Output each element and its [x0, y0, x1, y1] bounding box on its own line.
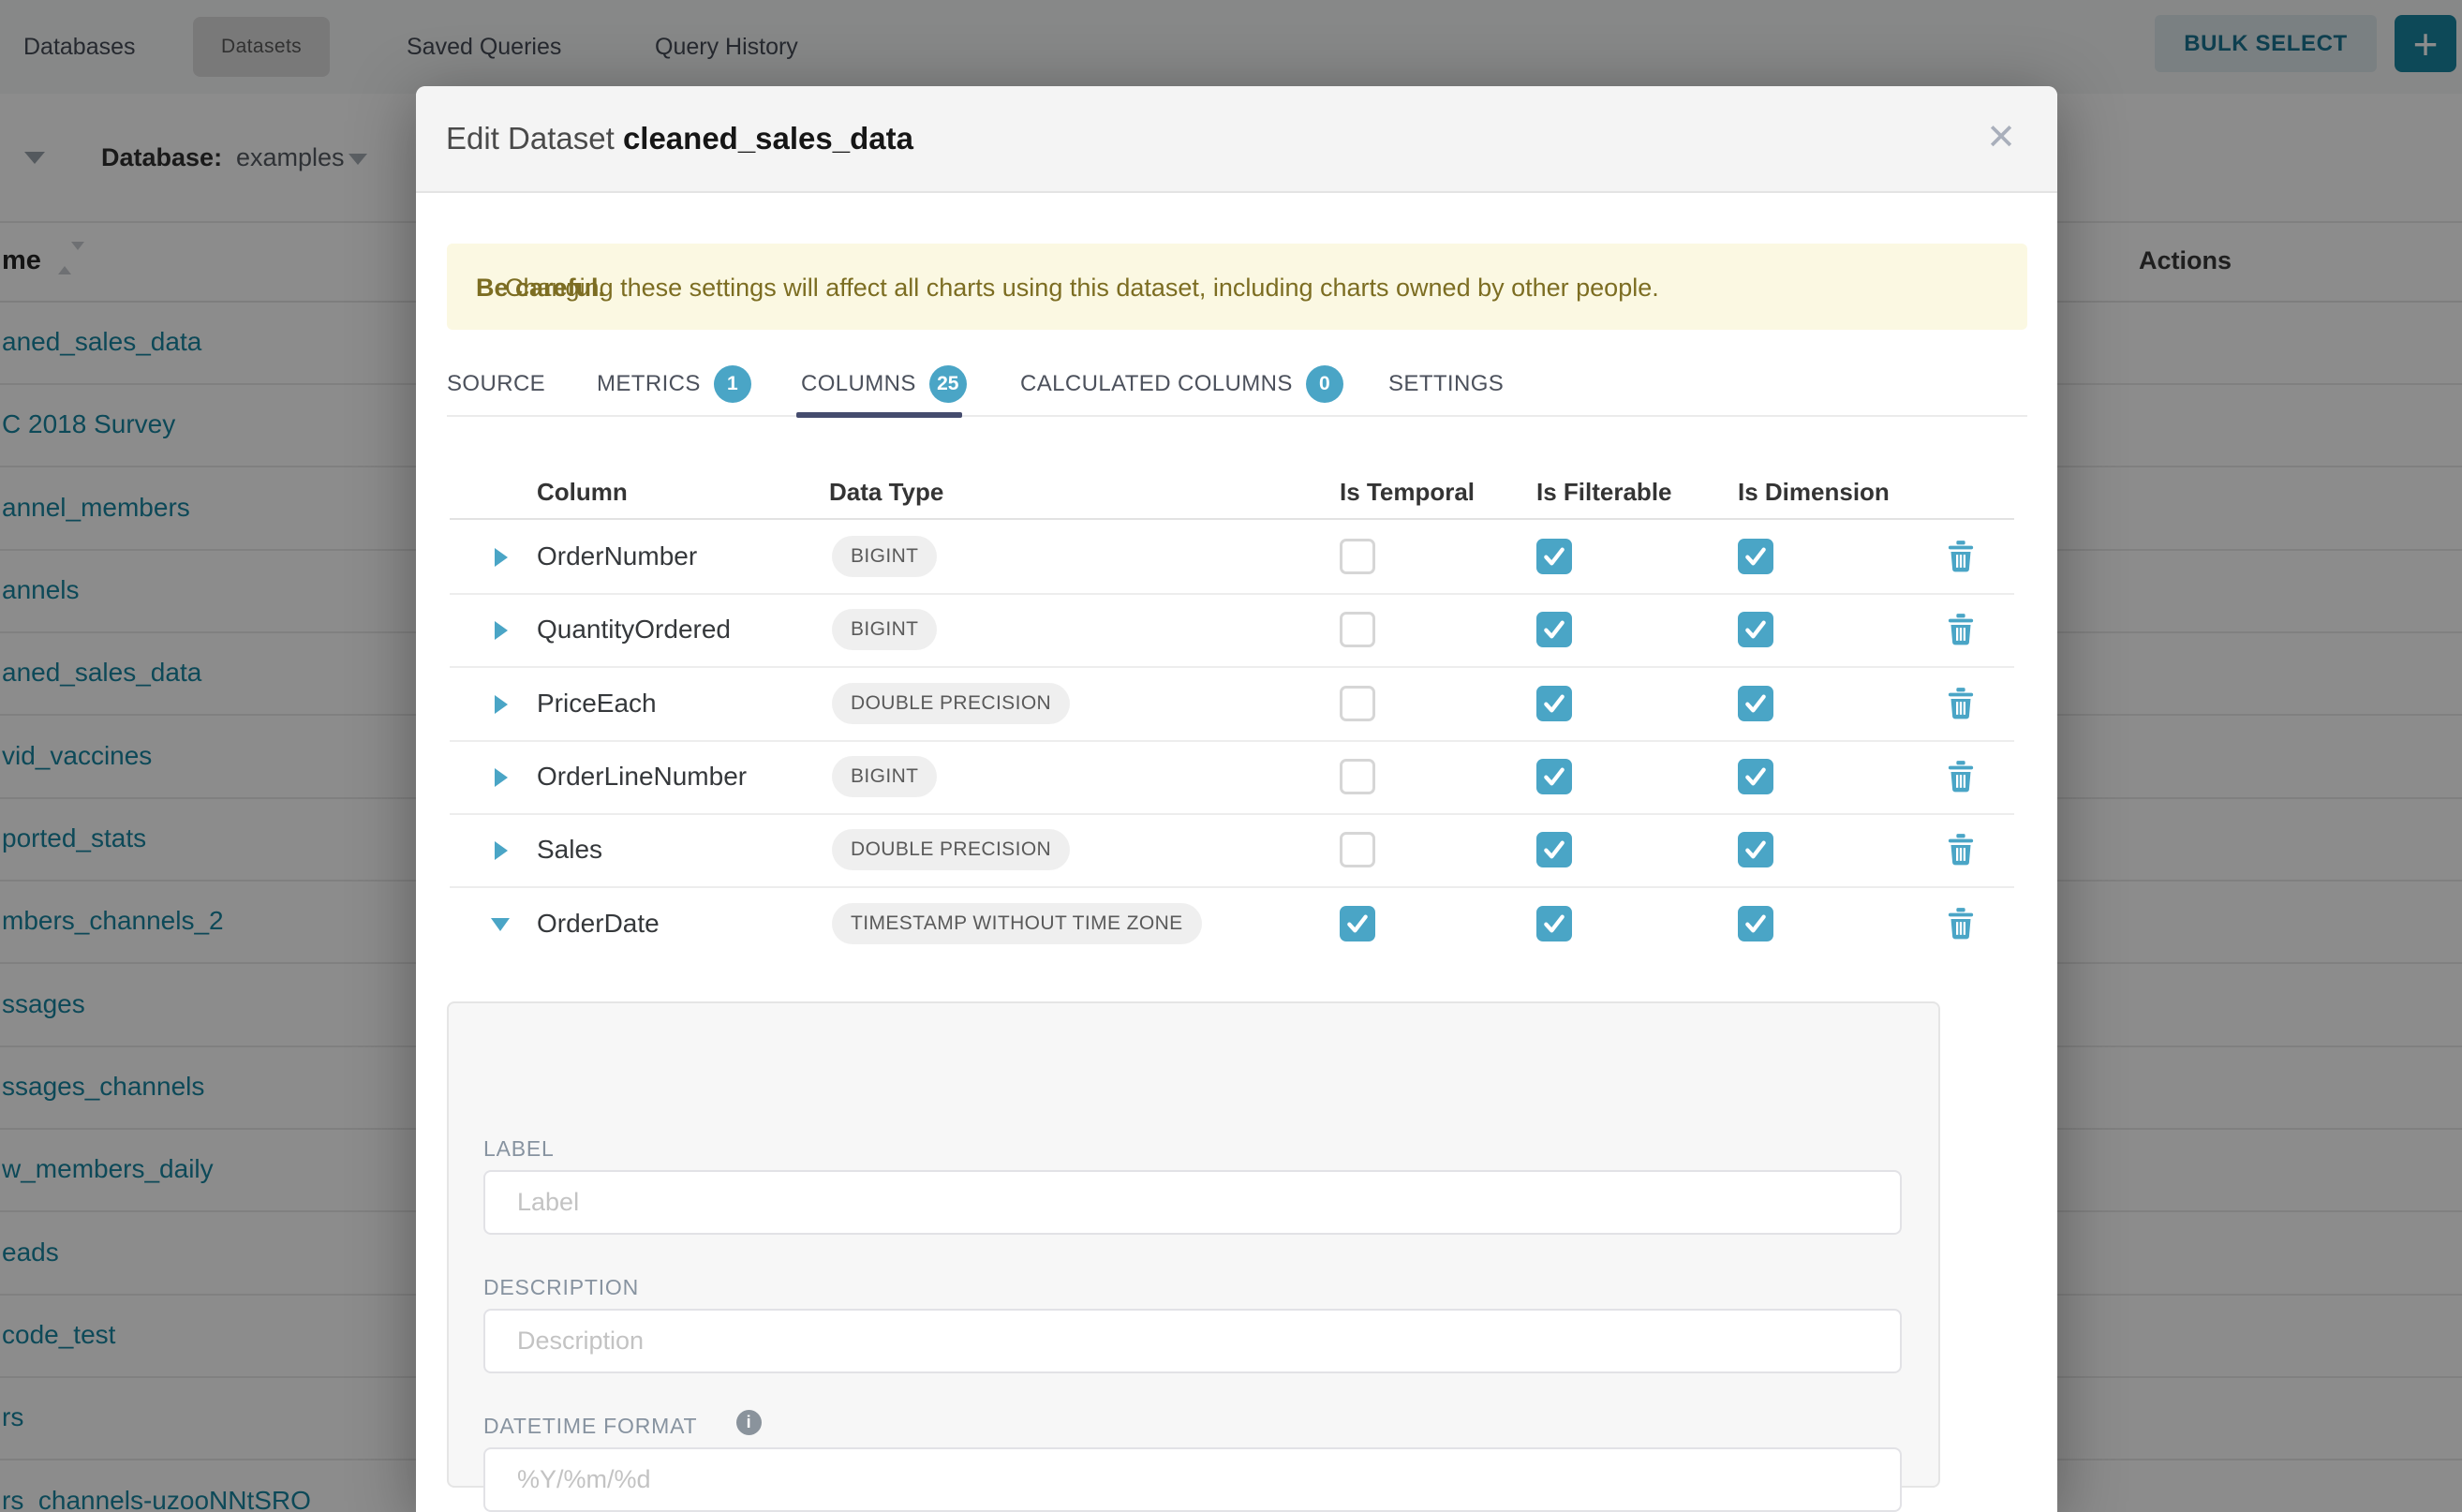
delete-column-trash-icon[interactable]: [1947, 834, 1975, 866]
edit-dataset-modal: Edit Dataset cleaned_sales_data ✕ Be car…: [416, 86, 2057, 1512]
column-header-is-filterable: Is Filterable: [1536, 466, 1672, 518]
expand-caret-icon[interactable]: [495, 841, 508, 860]
delete-column-trash-icon[interactable]: [1947, 761, 1975, 793]
tab-source[interactable]: SOURCE: [447, 365, 545, 403]
is-dimension-checkbox[interactable]: [1738, 539, 1773, 574]
column-row-ordernumber: OrderNumber BIGINT: [450, 520, 2014, 595]
label-input[interactable]: [483, 1170, 1902, 1235]
datetime-format-field-label: DATETIME FORMAT i: [483, 1414, 697, 1439]
tab-settings[interactable]: SETTINGS: [1388, 365, 1504, 403]
column-detail-panel: LABEL DESCRIPTION DATETIME FORMAT i: [447, 1001, 1940, 1488]
tab-columns[interactable]: COLUMNS 25: [801, 365, 967, 403]
tab-metrics[interactable]: METRICS 1: [597, 365, 751, 403]
is-temporal-checkbox[interactable]: [1340, 759, 1375, 794]
data-type-pill: BIGINT: [832, 536, 937, 577]
column-name: OrderDate: [537, 887, 660, 960]
close-icon[interactable]: ✕: [1986, 86, 2016, 189]
tabs-divider: [447, 415, 2027, 417]
warning-banner: Be careful. Changing these settings will…: [447, 244, 2027, 330]
datetime-format-input[interactable]: [483, 1447, 1902, 1512]
delete-column-trash-icon[interactable]: [1947, 908, 1975, 940]
delete-column-trash-icon[interactable]: [1947, 541, 1975, 572]
modal-title: Edit Dataset cleaned_sales_data: [446, 86, 913, 191]
is-filterable-checkbox[interactable]: [1536, 759, 1572, 794]
tab-count-badge: 0: [1306, 365, 1343, 403]
is-temporal-checkbox[interactable]: [1340, 612, 1375, 647]
column-name: OrderNumber: [537, 520, 697, 593]
is-filterable-checkbox[interactable]: [1536, 686, 1572, 721]
is-dimension-checkbox[interactable]: [1738, 686, 1773, 721]
is-filterable-checkbox[interactable]: [1536, 612, 1572, 647]
data-type-pill: DOUBLE PRECISION: [832, 829, 1070, 870]
tab-label: COLUMNS: [801, 371, 916, 397]
is-temporal-checkbox[interactable]: [1340, 906, 1375, 941]
is-filterable-checkbox[interactable]: [1536, 832, 1572, 867]
tab-label: CALCULATED COLUMNS: [1020, 371, 1293, 397]
tab-count-badge: 1: [714, 365, 751, 403]
tab-calculated-columns[interactable]: CALCULATED COLUMNS 0: [1020, 365, 1343, 403]
description-input[interactable]: [483, 1309, 1902, 1373]
label-field-label: LABEL: [483, 1136, 555, 1162]
is-filterable-checkbox[interactable]: [1536, 906, 1572, 941]
modal-header: Edit Dataset cleaned_sales_data ✕: [416, 86, 2057, 193]
info-icon[interactable]: i: [736, 1410, 762, 1435]
app-root: DatabasesDatasetsSaved QueriesQuery Hist…: [0, 0, 2462, 1512]
expand-caret-icon[interactable]: [495, 621, 508, 640]
expand-caret-icon[interactable]: [495, 548, 508, 567]
column-name: OrderLineNumber: [537, 740, 747, 813]
is-temporal-checkbox[interactable]: [1340, 539, 1375, 574]
is-temporal-checkbox[interactable]: [1340, 686, 1375, 721]
dataset-name: cleaned_sales_data: [623, 121, 913, 156]
column-name: PriceEach: [537, 667, 657, 740]
is-dimension-checkbox[interactable]: [1738, 612, 1773, 647]
data-type-pill: TIMESTAMP WITHOUT TIME ZONE: [832, 903, 1202, 944]
column-row-priceeach: PriceEach DOUBLE PRECISION: [450, 667, 2014, 742]
data-type-pill: BIGINT: [832, 756, 937, 797]
column-name: Sales: [537, 813, 602, 886]
active-tab-indicator: [796, 412, 962, 418]
column-row-quantityordered: QuantityOrdered BIGINT: [450, 593, 2014, 668]
delete-column-trash-icon[interactable]: [1947, 688, 1975, 719]
data-type-pill: BIGINT: [832, 609, 937, 650]
expand-caret-icon[interactable]: [495, 768, 508, 787]
column-header-column: Column: [537, 466, 628, 518]
warning-text: Changing these settings will affect all …: [505, 244, 1659, 332]
is-dimension-checkbox[interactable]: [1738, 906, 1773, 941]
tab-label: METRICS: [597, 371, 701, 397]
tab-label: SETTINGS: [1388, 371, 1504, 397]
is-dimension-checkbox[interactable]: [1738, 759, 1773, 794]
tab-label: SOURCE: [447, 371, 545, 397]
columns-table-header: Column Data Type Is Temporal Is Filterable I…: [450, 466, 2014, 520]
is-temporal-checkbox[interactable]: [1340, 832, 1375, 867]
column-header-is-temporal: Is Temporal: [1340, 466, 1475, 518]
column-name: QuantityOrdered: [537, 593, 731, 666]
is-filterable-checkbox[interactable]: [1536, 539, 1572, 574]
tab-count-badge: 25: [929, 365, 967, 403]
is-dimension-checkbox[interactable]: [1738, 832, 1773, 867]
column-row-orderlinenumber: OrderLineNumber BIGINT: [450, 740, 2014, 815]
description-field-label: DESCRIPTION: [483, 1275, 639, 1300]
collapse-caret-icon[interactable]: [491, 918, 510, 931]
column-header-is-dimension: Is Dimension: [1738, 466, 1890, 518]
delete-column-trash-icon[interactable]: [1947, 614, 1975, 645]
data-type-pill: DOUBLE PRECISION: [832, 683, 1070, 724]
column-row-orderdate: OrderDate TIMESTAMP WITHOUT TIME ZONE: [450, 887, 2014, 960]
column-row-sales: Sales DOUBLE PRECISION: [450, 813, 2014, 888]
expand-caret-icon[interactable]: [495, 695, 508, 714]
column-header-data-type: Data Type: [829, 466, 943, 518]
